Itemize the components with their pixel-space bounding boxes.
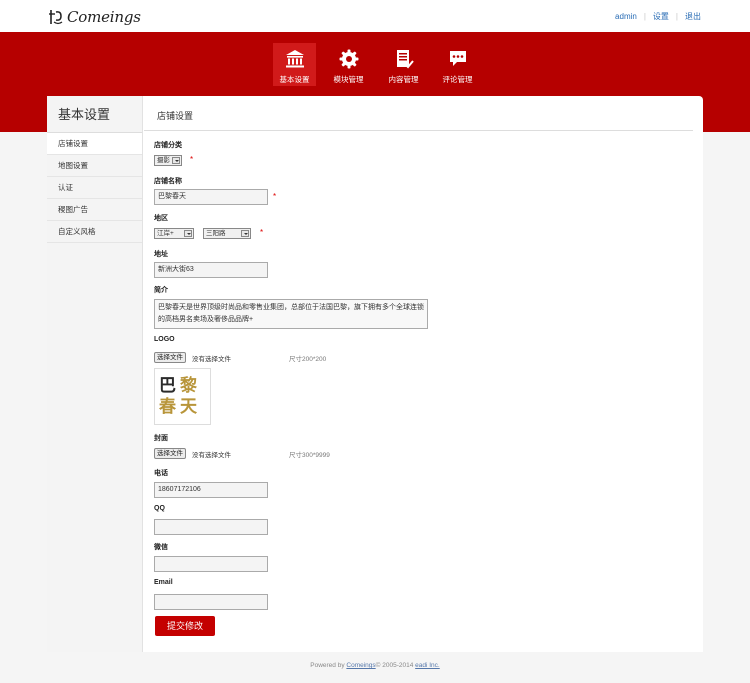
cover-file-status: 没有选择文件: [192, 452, 231, 459]
nav-content-management[interactable]: 内容管理: [382, 43, 425, 86]
nav-comment-management[interactable]: 评论管理: [436, 43, 479, 86]
district-select[interactable]: 三阳路: [203, 228, 251, 239]
sidebar-item-ads[interactable]: 稷图广告: [47, 199, 142, 221]
logo-size-hint: 尺寸200*200: [289, 356, 327, 363]
admin-link[interactable]: admin: [615, 12, 637, 21]
brand-logo[interactable]: Comeings: [48, 6, 141, 28]
document-check-icon: [396, 50, 414, 69]
cover-label: 封面: [154, 435, 168, 442]
svg-text:巴: 巴: [159, 376, 176, 396]
top-header: Comeings admin | 设置 | 退出: [0, 0, 750, 32]
sidebar-item-custom-style[interactable]: 自定义风格: [47, 221, 142, 243]
province-select[interactable]: 江岸+: [154, 228, 194, 239]
region-label: 地区: [154, 215, 168, 222]
nav-module-management[interactable]: 模块管理: [327, 43, 370, 86]
phone-label: 电话: [154, 470, 168, 477]
sidebar: 基本设置 店铺设置 地图设置 认证 稷图广告 自定义风格: [47, 96, 143, 652]
email-input[interactable]: [154, 594, 268, 610]
footer-company-link[interactable]: eadi Inc.: [415, 662, 440, 669]
logo-file-button[interactable]: 选择文件: [154, 352, 186, 363]
nav-label: 评论管理: [442, 75, 473, 84]
wechat-input[interactable]: [154, 556, 268, 572]
wechat-label: 微信: [154, 544, 168, 551]
footer-copyright: © 2005-2014: [375, 662, 416, 669]
submit-button[interactable]: 提交修改: [155, 616, 215, 636]
address-input[interactable]: 新洲大街63: [154, 262, 268, 278]
page-title: 店铺设置: [157, 111, 194, 121]
intro-label: 简介: [154, 287, 168, 294]
brand-name: Comeings: [67, 8, 141, 26]
required-mark: *: [260, 228, 264, 237]
province-select-value: 江岸+: [157, 230, 174, 237]
cover-file-button[interactable]: 选择文件: [154, 448, 186, 459]
shop-name-input[interactable]: 巴黎春天: [154, 189, 268, 205]
logo-preview-graphic: 巴 黎 春 天: [159, 375, 198, 417]
category-select[interactable]: 摄影: [154, 155, 182, 166]
address-label: 地址: [154, 251, 168, 258]
svg-text:天: 天: [180, 397, 198, 417]
sidebar-title: 基本设置: [47, 96, 142, 133]
link-divider: |: [643, 12, 646, 21]
intro-textarea[interactable]: 巴黎春天是世界顶级时尚品和零售业集团，总部位于法国巴黎，旗下拥有多个全球连锁的高…: [154, 299, 428, 329]
nav-label: 内容管理: [388, 75, 419, 84]
category-label: 店铺分类: [154, 142, 182, 149]
title-divider: [144, 130, 693, 131]
email-label: Email: [154, 579, 173, 586]
chevron-down-icon: [241, 230, 249, 237]
chevron-down-icon: [184, 230, 192, 237]
sidebar-item-shop-settings[interactable]: 店铺设置: [47, 133, 142, 155]
qq-input[interactable]: [154, 519, 268, 535]
gear-icon: [339, 49, 358, 69]
logout-link[interactable]: 退出: [685, 11, 701, 22]
sidebar-item-map-settings[interactable]: 地图设置: [47, 155, 142, 177]
logo-label: LOGO: [154, 336, 175, 343]
required-mark: *: [273, 192, 277, 201]
top-links: admin | 设置 | 退出: [615, 11, 701, 22]
chat-bubble-icon: [449, 51, 466, 66]
footer: Powered by Comeings© 2005-2014 eadi Inc.: [0, 662, 750, 669]
required-mark: *: [190, 155, 194, 164]
main-nav: 基本设置 模块管理 内容管理 评论管理: [273, 43, 490, 86]
settings-link[interactable]: 设置: [653, 11, 669, 22]
qq-label: QQ: [154, 505, 165, 512]
nav-label: 模块管理: [333, 75, 364, 84]
category-select-value: 摄影: [157, 157, 170, 164]
district-select-value: 三阳路: [206, 230, 226, 237]
logo-file-status: 没有选择文件: [192, 356, 231, 363]
logo-preview-image: 巴 黎 春 天: [154, 368, 211, 425]
main-panel: 店铺设置 店铺分类 摄影 * 店铺名称 巴黎春天 * 地区 江岸+ 三阳路 * …: [144, 96, 703, 652]
shop-name-label: 店铺名称: [154, 178, 182, 185]
svg-text:黎: 黎: [180, 375, 197, 396]
sidebar-item-verification[interactable]: 认证: [47, 177, 142, 199]
svg-text:春: 春: [159, 396, 176, 417]
brand-mark-icon: [49, 10, 63, 25]
content-card: 基本设置 店铺设置 地图设置 认证 稷图广告 自定义风格 店铺设置 店铺分类 摄…: [47, 96, 703, 652]
phone-input[interactable]: 18607172106: [154, 482, 268, 498]
nav-label: 基本设置: [279, 75, 310, 84]
link-divider: |: [675, 12, 678, 21]
cover-size-hint: 尺寸300*9999: [289, 452, 330, 459]
footer-brand-link[interactable]: Comeings: [346, 662, 375, 669]
bank-icon: [285, 50, 304, 68]
nav-basic-settings[interactable]: 基本设置: [273, 43, 316, 86]
chevron-down-icon: [172, 157, 180, 164]
footer-prefix: Powered by: [310, 662, 347, 669]
